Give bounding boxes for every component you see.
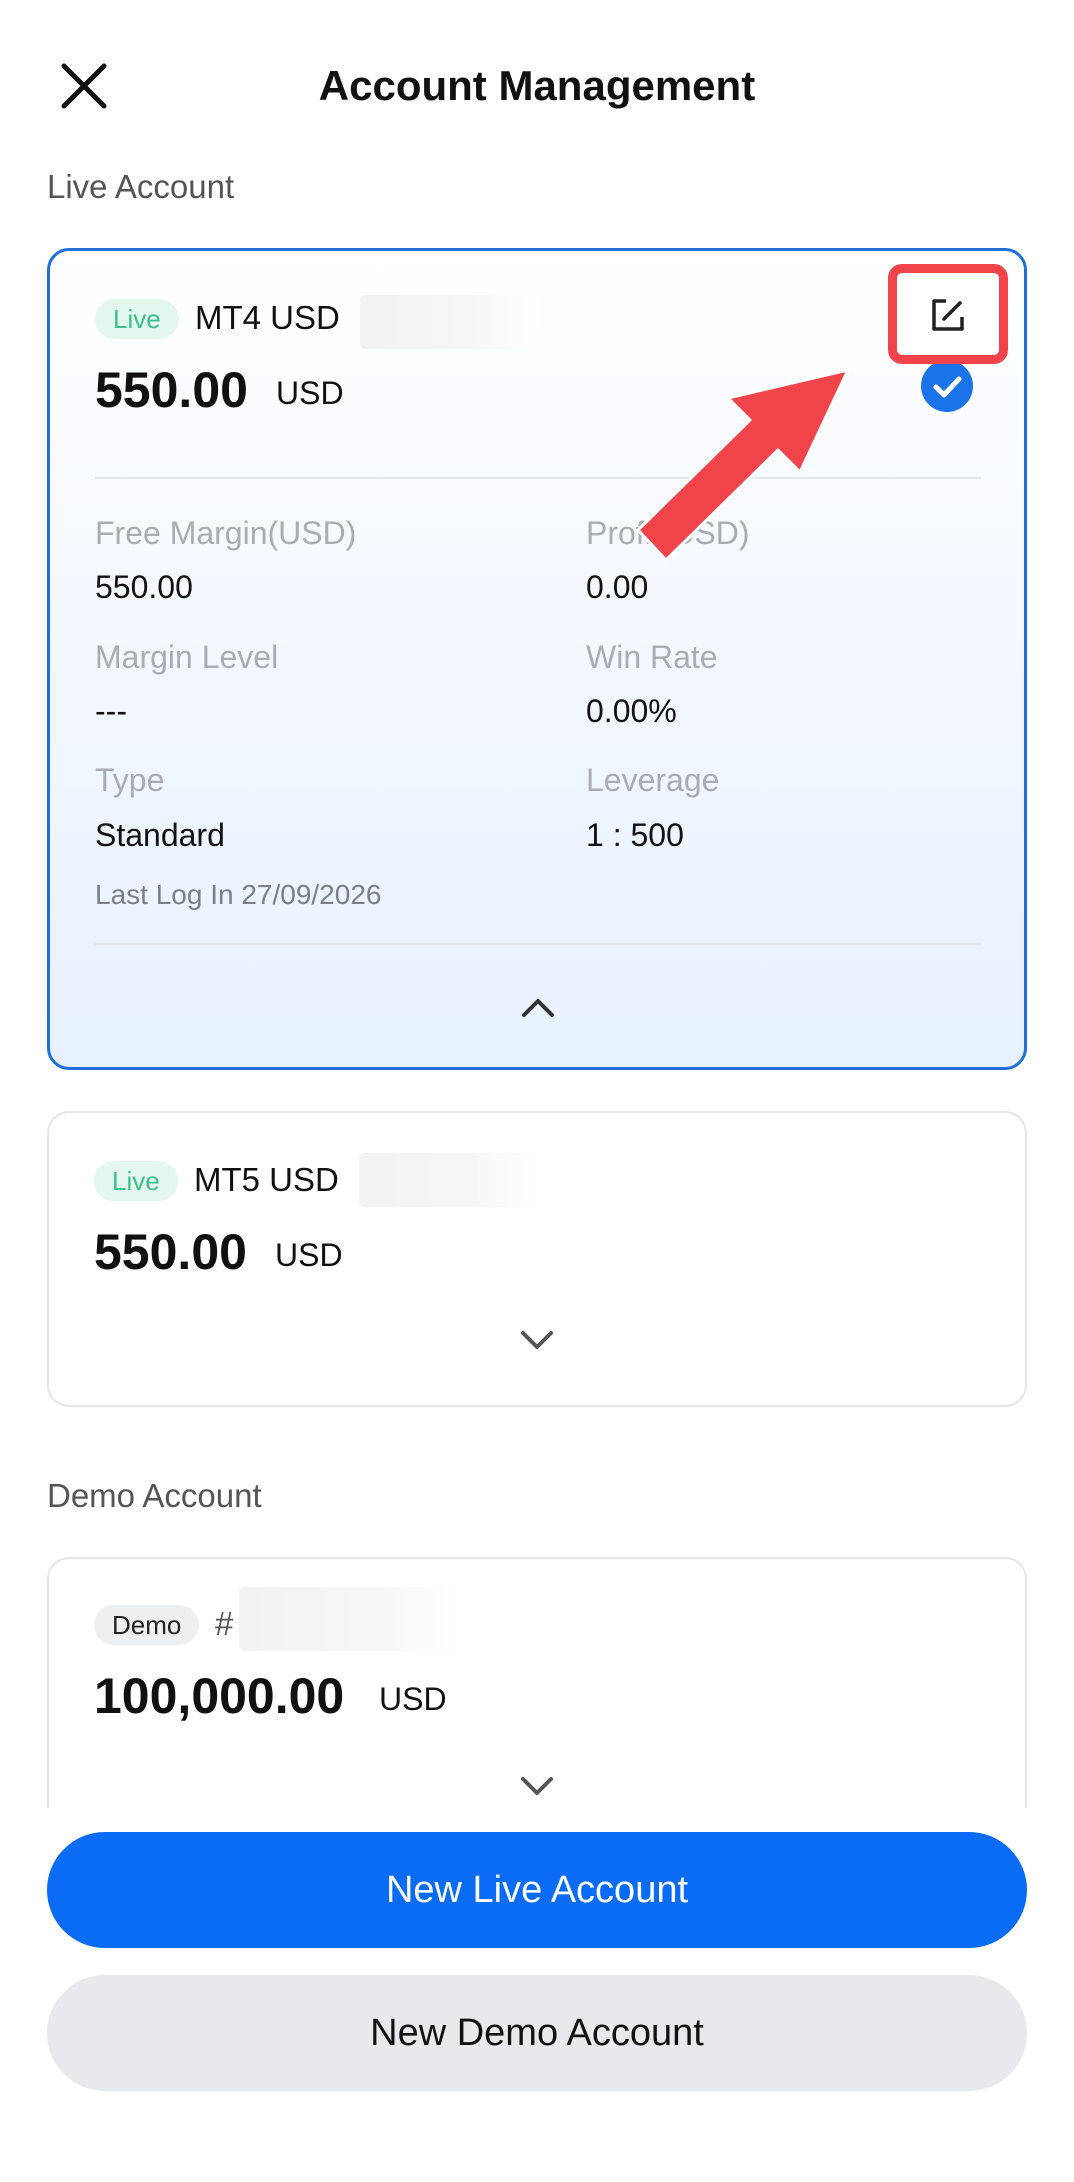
redacted-account-number xyxy=(360,295,540,349)
win-rate-label: Win Rate xyxy=(586,639,718,675)
redacted-account-number xyxy=(359,1153,539,1207)
profit-label: Profit(USD) xyxy=(586,515,750,551)
card-divider xyxy=(95,477,981,479)
chevron-down-icon xyxy=(521,1777,553,1795)
type-label: Type xyxy=(95,762,165,798)
account-balance: 550.00 xyxy=(95,362,248,418)
new-demo-account-button[interactable]: New Demo Account xyxy=(47,1975,1027,2091)
leverage-value: 1 : 500 xyxy=(586,817,684,853)
chevron-down-icon xyxy=(521,1331,553,1349)
new-live-account-button[interactable]: New Live Account xyxy=(47,1832,1027,1948)
account-balance: 550.00 xyxy=(94,1224,247,1280)
account-card-mt4[interactable]: Live MT4 USD 550.00 USD Free Margin(USD)… xyxy=(47,248,1027,1070)
leverage-label: Leverage xyxy=(586,762,720,798)
edit-icon xyxy=(932,299,964,331)
expand-button[interactable] xyxy=(517,1775,557,1799)
expand-button[interactable] xyxy=(517,1329,557,1353)
live-account-section-label: Live Account xyxy=(47,168,235,205)
collapse-button[interactable] xyxy=(518,995,558,1019)
balance-currency: USD xyxy=(379,1681,447,1717)
account-number-prefix: # xyxy=(215,1605,234,1642)
redacted-account-number xyxy=(239,1587,459,1651)
selected-check-icon xyxy=(921,360,973,412)
live-badge: Live xyxy=(95,299,179,339)
edit-account-button[interactable] xyxy=(888,264,1008,364)
balance-currency: USD xyxy=(276,375,344,411)
profit-value: 0.00 xyxy=(586,569,649,605)
page-title: Account Management xyxy=(318,62,756,109)
live-badge: Live xyxy=(94,1161,178,1201)
margin-level-label: Margin Level xyxy=(95,639,279,675)
account-name: MT5 USD xyxy=(194,1161,339,1198)
last-login-text: Last Log In 27/09/2026 xyxy=(95,879,382,910)
free-margin-value: 550.00 xyxy=(95,569,193,605)
chevron-up-icon xyxy=(522,999,554,1017)
account-management-screen: Account Management Live Account Live MT4… xyxy=(0,0,1074,2182)
account-balance: 100,000.00 xyxy=(94,1668,345,1724)
balance-currency: USD xyxy=(275,1237,343,1273)
free-margin-label: Free Margin(USD) xyxy=(95,515,357,551)
demo-account-section-label: Demo Account xyxy=(47,1477,262,1514)
account-card-mt5[interactable]: Live MT5 USD 550.00 USD xyxy=(47,1111,1027,1407)
card-divider xyxy=(95,943,981,945)
margin-level-value: --- xyxy=(95,693,127,729)
demo-badge: Demo xyxy=(94,1605,200,1645)
account-name: MT4 USD xyxy=(195,299,340,336)
win-rate-value: 0.00% xyxy=(586,693,677,729)
type-value: Standard xyxy=(95,817,225,853)
